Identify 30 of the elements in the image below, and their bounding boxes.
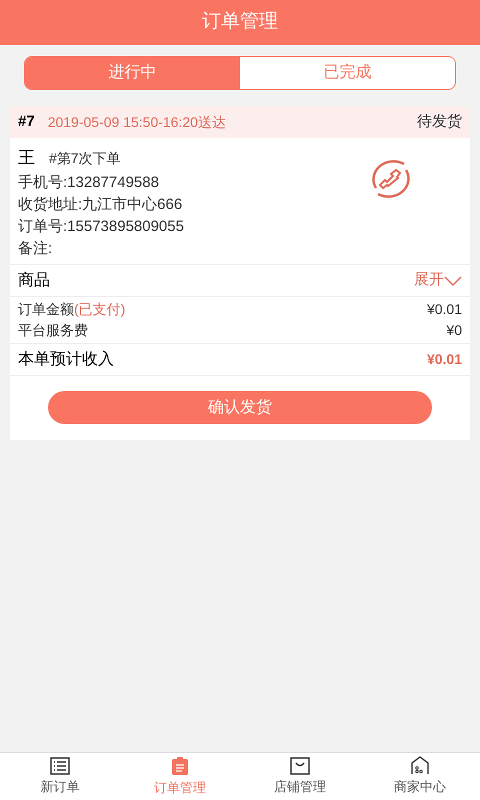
order-detail: 手机号:13287749588 [18,173,160,193]
fee-value: ¥0 [446,321,462,340]
fee-label: 订单金额(已支付) [18,300,126,319]
fee-label: 平台服务费 [18,321,88,340]
delivery-time: 2019-05-09 15:50-16:20送达 [48,112,226,132]
nav-item[interactable]: 店铺管理 [240,753,360,800]
list-icon [50,756,70,775]
goods-label: 商品 [18,270,50,290]
order-status: 待发货 [417,112,462,132]
order-number: #7 [18,112,35,132]
income-value: ¥0.01 [426,350,462,369]
nav-item[interactable]: 商家中心 [360,753,480,800]
order-detail: 订单号:15573895809055 [18,217,185,237]
order-detail: 备注: [18,239,54,259]
income-label: 本单预计收入 [18,350,114,370]
order-count: #第7次下单 [49,148,121,168]
clipboard-icon [171,756,189,776]
fee-value: ¥0.01 [426,300,462,319]
expand-toggle[interactable]: 展开 [414,269,462,292]
nav-item[interactable]: 订单管理 [120,753,240,800]
nav-item[interactable]: 新订单 [0,753,120,800]
house-icon [410,756,430,776]
header-title: 订单管理 [202,10,278,34]
chevron-icon [444,276,462,286]
customer-name: 王 [18,147,35,170]
tab[interactable]: 进行中 [25,57,240,89]
confirm-shipment-button[interactable]: 确认发货 [48,391,432,424]
bag-icon [290,756,310,775]
order-detail: 收货地址:九江市中心666 [18,195,184,215]
tab[interactable]: 已完成 [240,57,455,89]
